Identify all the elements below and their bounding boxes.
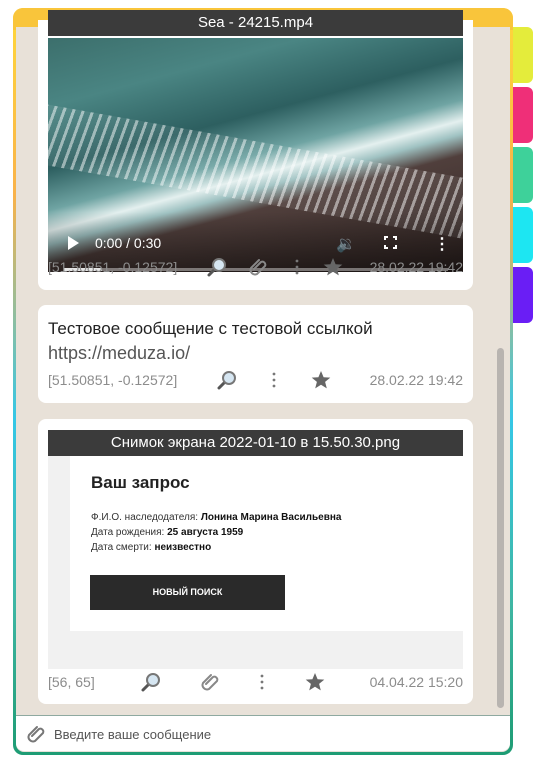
search-icon[interactable] [140,671,162,693]
tab-cyan[interactable] [513,207,533,263]
image-title: Снимок экрана 2022-01-10 в 15.50.30.png [48,430,463,456]
attach-paperclip-icon[interactable] [26,723,48,750]
screenshot-heading: Ваш запрос [91,473,190,492]
scrollbar-thumb[interactable] [497,348,504,708]
volume-icon[interactable]: 🔉 [336,234,356,254]
tab-green[interactable] [513,147,533,203]
screenshot-panel: Ваш запрос Ф.И.О. наследодателя: Лонина … [70,456,463,631]
message-meta: [51.50851, -0.12572] 28.02.22 19:42 [48,256,463,278]
image-preview[interactable]: Ваш запрос Ф.И.О. наследодателя: Лонина … [48,456,463,669]
paperclip-icon[interactable] [248,256,270,278]
video-controls: 0:00 / 0:30 🔉 ⋮ [48,228,463,258]
more-vertical-icon[interactable] [263,369,285,391]
message-coords[interactable]: [56, 65] [48,674,95,690]
message-date: 28.02.22 19:42 [369,372,463,388]
more-vertical-icon[interactable] [286,256,308,278]
screenshot-line-heir: Ф.И.О. наследодателя: Лонина Марина Васи… [91,512,342,523]
message-composer [16,715,510,751]
video-time: 0:00 / 0:30 [95,235,162,251]
star-icon[interactable] [322,256,344,278]
message-meta: [56, 65] 04.04.22 15:20 [48,671,463,693]
message-date: 04.04.22 15:20 [369,674,463,690]
message-coords[interactable]: [51.50851, -0.12572] [48,372,177,388]
screenshot-line-death: Дата смерти: неизвестно [91,542,212,553]
more-vertical-icon[interactable] [251,671,273,693]
message-image: Снимок экрана 2022-01-10 в 15.50.30.png … [38,419,473,704]
screenshot-new-search-button: НОВЫЙ ПОИСК [90,575,285,610]
message-coords[interactable]: [51.50851, -0.12572] [48,259,177,275]
search-icon[interactable] [216,369,238,391]
message-video: 0:00 / 0:30 🔉 ⋮ Sea - 24215.mp4 [51.5085… [38,10,473,290]
tab-purple[interactable] [513,267,533,323]
star-icon[interactable] [310,369,332,391]
screenshot-line-birth: Дата рождения: 25 августа 1959 [91,527,244,538]
video-more-icon[interactable]: ⋮ [434,234,450,254]
message-input[interactable] [54,724,494,744]
search-icon[interactable] [206,256,228,278]
video-player[interactable]: 0:00 / 0:30 🔉 ⋮ [48,38,463,272]
paperclip-icon[interactable] [200,671,222,693]
message-link[interactable]: https://meduza.io/ [48,343,190,364]
tab-yellow[interactable] [513,27,533,83]
message-body: Тестовое сообщение с тестовой ссылкой [48,319,373,338]
message-text: Тестовое сообщение с тестовой ссылкой ht… [38,305,473,403]
star-icon[interactable] [304,671,326,693]
message-meta: [51.50851, -0.12572] 28.02.22 19:42 [48,369,463,391]
message-date: 28.02.22 19:42 [369,259,463,275]
video-title: Sea - 24215.mp4 [48,10,463,36]
fullscreen-icon[interactable] [384,236,397,249]
play-icon[interactable] [68,236,79,250]
tab-pink[interactable] [513,87,533,143]
